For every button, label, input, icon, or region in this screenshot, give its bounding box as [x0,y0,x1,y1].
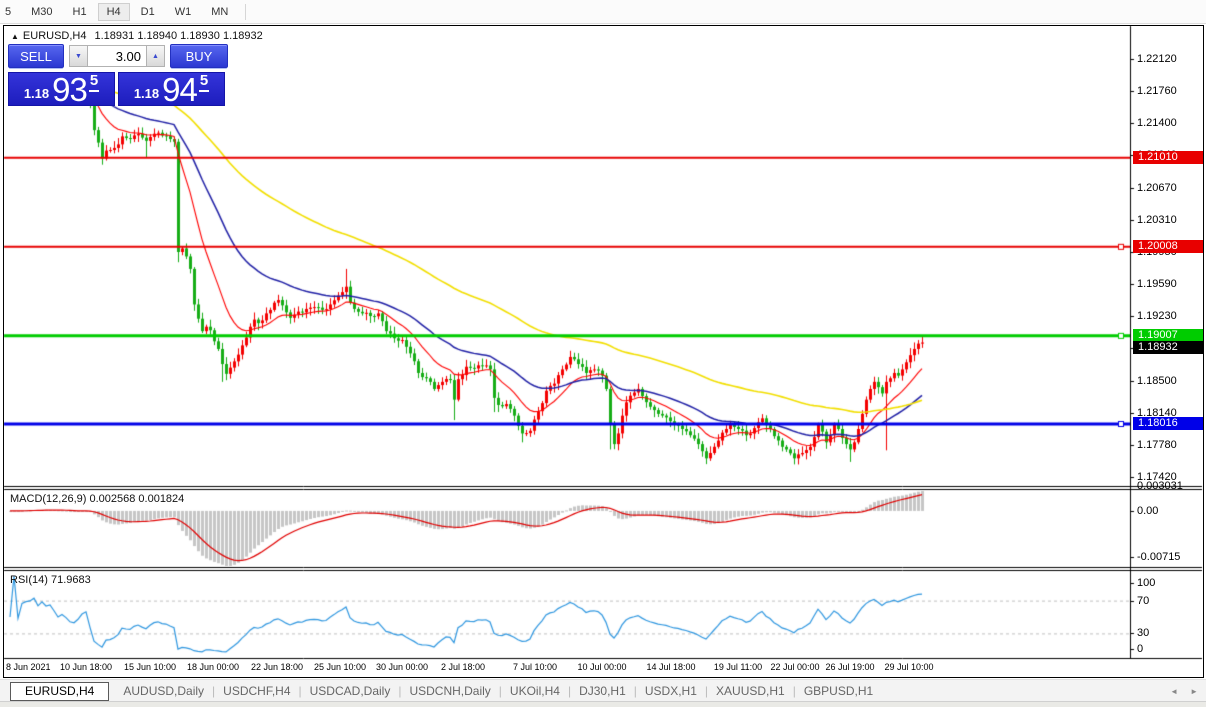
macd-panel-title: MACD(12,26,9) 0.002568 0.001824 [10,493,184,505]
rsi-panel-title: RSI(14) 71.9683 [10,574,91,586]
buy-button[interactable]: BUY [170,44,228,68]
sell-price-box[interactable]: 1.18935 [8,72,115,106]
rsi-axis-label: 0 [1137,643,1143,655]
time-axis-label: 14 Jul 18:00 [646,662,695,672]
price-tick-label: 1.19590 [1137,278,1177,290]
timeframe-toolbar: 5M30H1H4D1W1MN [0,0,1206,24]
sell-price-prefix: 1.18 [24,86,49,101]
toolbar-timeframe-mn[interactable]: MN [202,3,237,21]
toolbar-timeframe-h1[interactable]: H1 [64,3,96,21]
toolbar-timeframe-h4[interactable]: H4 [98,3,130,21]
tab-separator: | [568,684,571,698]
volume-input[interactable]: 3.00 [88,45,146,67]
tab-separator: | [398,684,401,698]
time-axis-label: 2 Jul 18:00 [441,662,485,672]
tab-eurusd[interactable]: EURUSD,H4 [10,682,109,701]
price-level-tag: 1.20008 [1133,240,1203,253]
time-axis-label: 26 Jul 19:00 [825,662,874,672]
tab-usdx[interactable]: USDX,H1 [639,684,703,698]
tab-ukoil[interactable]: UKOil,H4 [504,684,566,698]
time-axis-label: 18 Jun 00:00 [187,662,239,672]
status-bar [0,701,1206,707]
tab-usdchf[interactable]: USDCHF,H4 [217,684,296,698]
rsi-axis-label: 100 [1137,577,1155,589]
volume-increase-icon[interactable]: ▲ [146,45,165,67]
price-level-tag: 1.21010 [1133,151,1203,164]
rsi-axis-label: 70 [1137,595,1149,607]
time-axis-label: 30 Jun 00:00 [376,662,428,672]
tab-usdcnh[interactable]: USDCNH,Daily [403,684,496,698]
toolbar-separator [245,4,246,20]
macd-axis-min: -0.00715 [1137,551,1180,563]
price-tick-label: 1.20310 [1137,214,1177,226]
collapse-quote-panel-icon[interactable]: ▲ [11,32,19,41]
chart-symbol-label: EURUSD,H4 [23,30,87,42]
tab-separator: | [299,684,302,698]
chart-ohlc-values: 1.18931 1.18940 1.18930 1.18932 [95,30,263,42]
current-price-tag: 1.18932 [1133,341,1203,354]
buy-price-big: 94 [162,75,197,105]
sell-price-pip: 5 [89,72,99,92]
macd-axis-max: 0.003031 [1137,480,1183,492]
rsi-axis-label: 30 [1137,627,1149,639]
macd-axis-zero: 0.00 [1137,505,1158,517]
tabs-scroll-left-icon[interactable]: ◄ [1170,687,1178,696]
tab-xauusd[interactable]: XAUUSD,H1 [710,684,791,698]
time-axis-label: 10 Jul 00:00 [577,662,626,672]
time-axis-label: 7 Jul 10:00 [513,662,557,672]
tab-separator: | [212,684,215,698]
time-axis-label: 25 Jun 10:00 [314,662,366,672]
tabs-scroll-right-icon[interactable]: ► [1190,687,1198,696]
time-axis-label: 22 Jun 18:00 [251,662,303,672]
price-tick-label: 1.18500 [1137,375,1177,387]
tab-separator: | [705,684,708,698]
toolbar-timeframe-d1[interactable]: D1 [132,3,164,21]
tab-separator: | [793,684,796,698]
symbol-tab-bar: EURUSD,H4AUDUSD,Daily|USDCHF,H4|USDCAD,D… [0,679,1206,702]
tab-separator: | [499,684,502,698]
price-level-tag: 1.18016 [1133,417,1203,430]
time-axis-label: 10 Jun 18:00 [60,662,112,672]
buy-price-prefix: 1.18 [134,86,159,101]
tab-usdcad[interactable]: USDCAD,Daily [304,684,397,698]
time-axis-label: 19 Jul 11:00 [714,662,762,672]
price-tick-label: 1.21760 [1137,85,1177,97]
sell-button[interactable]: SELL [8,44,64,68]
volume-decrease-icon[interactable]: ▼ [69,45,88,67]
time-axis-label: 8 Jun 2021 [6,662,51,672]
tab-gbpusd[interactable]: GBPUSD,H1 [798,684,879,698]
price-tick-label: 1.19230 [1137,310,1177,322]
tab-dj30[interactable]: DJ30,H1 [573,684,632,698]
price-tick-label: 1.21400 [1137,117,1177,129]
one-click-trading-panel: SELL ▼ 3.00 ▲ BUY 1.18935 1.18945 [8,44,228,106]
toolbar-timeframe-w1[interactable]: W1 [166,3,201,21]
buy-price-pip: 5 [199,72,209,92]
chart-header: ▲ EURUSD,H4 1.18931 1.18940 1.18930 1.1893… [11,30,263,42]
time-axis-label: 15 Jun 10:00 [124,662,176,672]
trading-terminal-window: 5M30H1H4D1W1MN ▲EURUSD,H41.18931 1.18940… [0,0,1206,707]
price-tick-label: 1.22120 [1137,53,1177,65]
price-tick-label: 1.20670 [1137,182,1177,194]
toolbar-timeframe-m30[interactable]: M30 [22,3,61,21]
tab-separator: | [634,684,637,698]
time-axis-label: 29 Jul 10:00 [884,662,933,672]
toolbar-timeframe-5[interactable]: 5 [0,3,20,21]
price-tick-label: 1.17780 [1137,439,1177,451]
buy-price-box[interactable]: 1.18945 [118,72,225,106]
time-axis-label: 22 Jul 00:00 [770,662,819,672]
volume-stepper: ▼ 3.00 ▲ [69,45,165,67]
tab-audusd[interactable]: AUDUSD,Daily [117,684,210,698]
sell-price-big: 93 [52,75,87,105]
